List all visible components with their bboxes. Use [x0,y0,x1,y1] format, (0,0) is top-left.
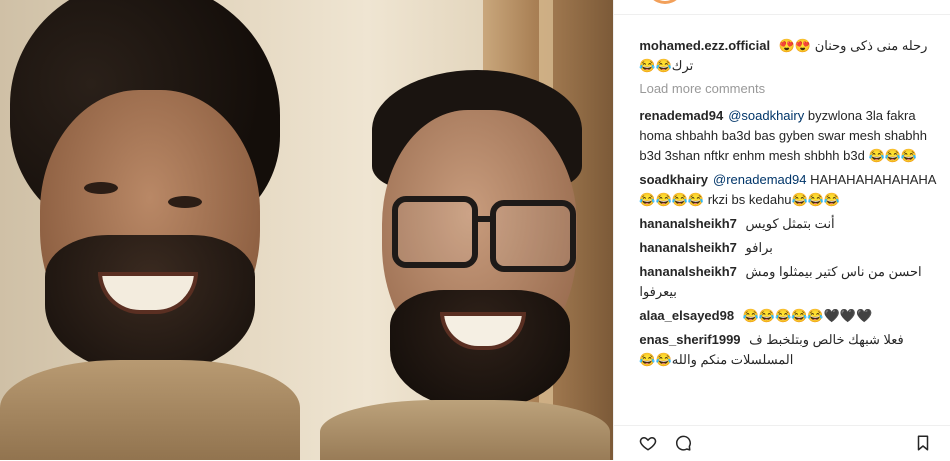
comment-item: soadkhairy @renademad94 HAHAHAHAHAHAHA 😂😂… [639,170,944,210]
comment-icon[interactable] [674,434,692,452]
comment-text: 😂😂😂😂😂🖤🖤🖤 [742,308,873,323]
comment-username[interactable]: alaa_elsayed98 [639,308,734,323]
comment-mention[interactable]: @soadkhairy [728,108,804,123]
comment-username[interactable]: renademad94 [639,108,723,123]
author-avatar[interactable] [646,0,685,4]
comment-item: hananalsheikh7 برافو [639,238,944,258]
person-left-eye [168,196,202,208]
comment-username[interactable]: hananalsheikh7 [639,216,737,231]
comment-mention[interactable]: @renademad94 [713,172,806,187]
comment-username[interactable]: hananalsheikh7 [639,264,737,279]
comments-panel: mohamed.ezz.official رحله منى ذكى وحنان … [613,0,950,460]
comment-item: hananalsheikh7 احسن من ناس كتير بيمثلوا … [639,262,944,302]
comment-username[interactable]: enas_sherif1999 [639,332,740,347]
comment-item: enas_sherif1999 فعلا شبهك خالص وبتلخبط ف… [639,330,944,370]
heart-icon[interactable] [639,434,657,452]
person-left-eye [84,182,118,194]
bookmark-icon[interactable] [914,434,932,452]
comment-username[interactable]: hananalsheikh7 [639,240,737,255]
post-photo[interactable] [0,0,614,460]
caption-author[interactable]: mohamed.ezz.official [639,38,770,53]
comment-item: hananalsheikh7 أنت بتمثل كويس [639,214,944,234]
comment-item: renademad94 @soadkhairy byzwlona 3la fakr… [639,106,944,166]
person-left-costume [0,360,300,460]
comment-text: برافو [745,240,773,255]
comment-item: alaa_elsayed98 😂😂😂😂😂🖤🖤🖤 [639,306,944,326]
person-right-beard [390,290,570,410]
comment-username[interactable]: soadkhairy [639,172,708,187]
header-divider [614,14,950,15]
instagram-post: mohamed.ezz.official رحله منى ذكى وحنان … [0,0,950,460]
glasses-lens-left [392,196,478,268]
person-right-costume [320,400,610,460]
caption: mohamed.ezz.official رحله منى ذكى وحنان … [639,36,944,76]
comment-text: أنت بتمثل كويس [745,216,835,231]
action-bar [614,425,950,461]
comment-list: mohamed.ezz.official رحله منى ذكى وحنان … [639,36,944,374]
load-more-comments[interactable]: Load more comments [639,80,944,98]
glasses-lens-right [490,200,576,272]
